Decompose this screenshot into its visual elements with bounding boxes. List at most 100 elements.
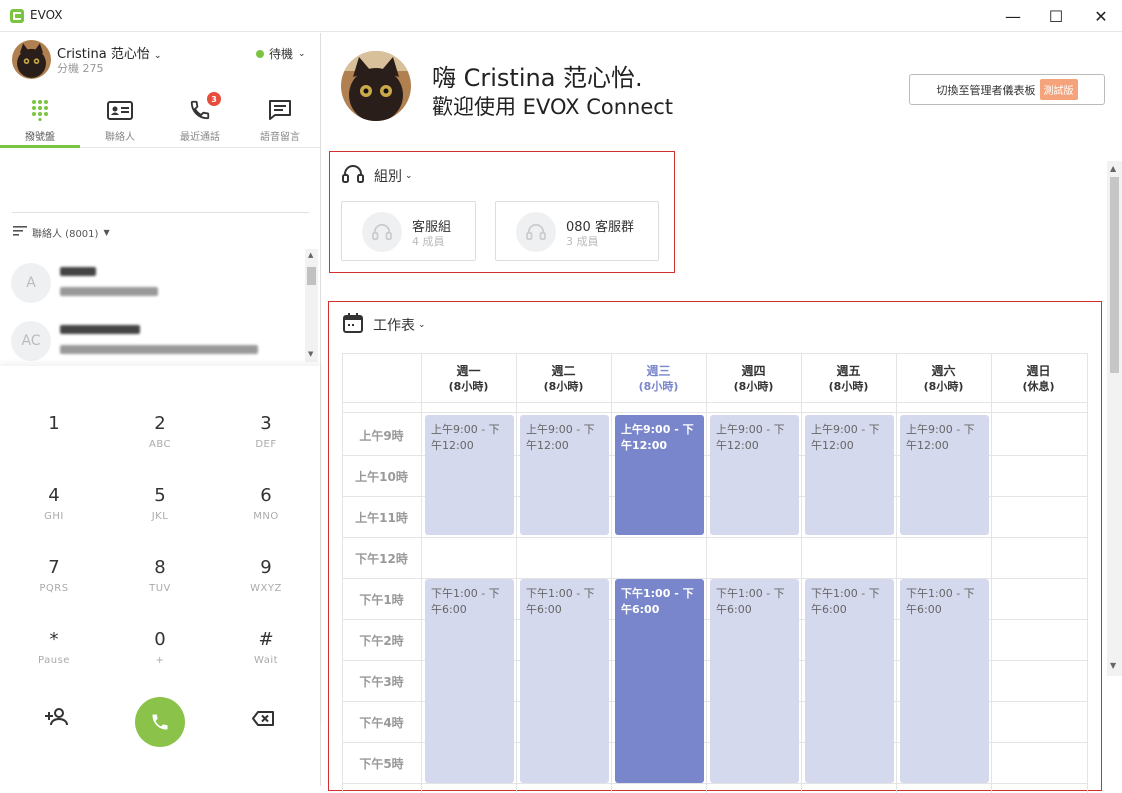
- shift-block-sat-pm[interactable]: 下午1:00 - 下午6:00: [900, 579, 989, 783]
- scroll-thumb[interactable]: [1110, 177, 1119, 373]
- dial-key-3[interactable]: 3 DEF: [213, 413, 319, 450]
- shift-block-thu-pm[interactable]: 下午1:00 - 下午6:00: [710, 579, 799, 783]
- dial-key-0[interactable]: 0 +: [107, 629, 213, 666]
- day-header-wed: 週三 (8小時): [611, 363, 706, 395]
- contacts-header-label: 聯絡人 (8001): [32, 229, 99, 240]
- minimize-button[interactable]: —: [990, 0, 1036, 32]
- contacts-card-icon: [107, 97, 133, 123]
- groups-title[interactable]: 組別 ⌄: [342, 164, 413, 188]
- switch-to-admin-dashboard-button[interactable]: 切換至管理者儀表板 測試版: [909, 74, 1105, 105]
- greeting-title: 嗨 Cristina 范心怡.: [432, 64, 643, 92]
- shift-block-tue-pm[interactable]: 下午1:00 - 下午6:00: [520, 579, 609, 783]
- group-card[interactable]: 客服組 4 成員: [341, 201, 476, 261]
- groups-section: 組別 ⌄ 客服組 4 成員 080 客服群 3 成員: [329, 151, 675, 273]
- tab-dialpad[interactable]: 撥號盤: [0, 93, 80, 148]
- scroll-up-icon: ▲: [308, 251, 314, 259]
- grid-line: [1087, 353, 1088, 793]
- shift-block-mon-am[interactable]: 上午9:00 - 下午12:00: [425, 415, 514, 535]
- grid-line: [342, 412, 1088, 413]
- group-card[interactable]: 080 客服群 3 成員: [495, 201, 659, 261]
- grid-line: [516, 353, 517, 793]
- dial-key-2[interactable]: 2 ABC: [107, 413, 213, 450]
- key-digit: 8: [154, 557, 166, 578]
- shift-block-wed-pm[interactable]: 下午1:00 - 下午6:00: [615, 579, 704, 783]
- scroll-thumb[interactable]: [307, 267, 316, 285]
- schedule-section: 工作表 ⌄ 週一 (8小時) 週二 (8小時) 週三 (8小時) 週四 (8小時) 週五…: [328, 301, 1102, 793]
- key-letters: +: [155, 655, 165, 666]
- contacts-scrollbar[interactable]: ▲ ▼: [305, 249, 318, 362]
- sort-icon: [13, 226, 27, 239]
- dial-key-6[interactable]: 6 MNO: [213, 485, 319, 522]
- window-title: EVOX: [30, 8, 63, 22]
- hour-label: 下午5時: [359, 757, 404, 771]
- scroll-down-icon: ▼: [1110, 661, 1117, 670]
- contacts-list: A AC: [0, 249, 305, 366]
- caret-down-icon: ▼: [103, 228, 110, 237]
- contacts-filter[interactable]: 聯絡人 (8001) ▼: [13, 225, 110, 240]
- shift-block-thu-am[interactable]: 上午9:00 - 下午12:00: [710, 415, 799, 535]
- dial-key-5[interactable]: 5 JKL: [107, 485, 213, 522]
- groups-title-label: 組別: [374, 169, 402, 185]
- day-header-fri: 週五 (8小時): [801, 363, 896, 395]
- key-digit: *: [49, 629, 59, 650]
- schedule-title[interactable]: 工作表 ⌄: [343, 313, 426, 337]
- key-letters: Wait: [253, 655, 279, 666]
- dialpad-icon: [31, 97, 49, 123]
- key-letters: ABC: [148, 439, 171, 450]
- key-digit: #: [258, 629, 274, 650]
- list-item[interactable]: AC: [0, 307, 305, 365]
- dial-key-8[interactable]: 8 TUV: [107, 557, 213, 594]
- day-header-sun: 週日 (休息): [991, 363, 1086, 395]
- tab-contacts[interactable]: 聯絡人: [80, 93, 160, 147]
- dial-key-star[interactable]: * Pause: [1, 629, 107, 666]
- day-hours: (8小時): [448, 380, 489, 393]
- headset-icon: [516, 212, 556, 252]
- dial-key-9[interactable]: 9 WXYZ: [213, 557, 319, 594]
- schedule-title-label: 工作表: [373, 318, 415, 334]
- shift-block-wed-am[interactable]: 上午9:00 - 下午12:00: [615, 415, 704, 535]
- main-scrollbar[interactable]: ▲ ▼: [1107, 161, 1122, 676]
- shift-block-sat-am[interactable]: 上午9:00 - 下午12:00: [900, 415, 989, 535]
- tab-label: 最近通話: [180, 132, 220, 143]
- hour-label: 下午1時: [359, 593, 404, 607]
- dialpad: 1 2 ABC 3 DEF 4 GHI 5 JKL 6 MNO 7 PQRS 8 TUV 9 W…: [0, 366, 320, 747]
- maximize-button[interactable]: ☐: [1033, 0, 1079, 32]
- call-button[interactable]: [135, 697, 185, 747]
- shift-block-fri-am[interactable]: 上午9:00 - 下午12:00: [805, 415, 894, 535]
- left-panel: Cristina 范心怡 ⌄ 分機 275 待機 ⌄ 撥號盤 聯絡人 3 最近通…: [0, 33, 321, 786]
- day-hours: (8小時): [923, 380, 964, 393]
- user-avatar[interactable]: [12, 40, 51, 79]
- chevron-down-icon: ⌄: [405, 171, 413, 181]
- key-digit: 0: [154, 629, 166, 650]
- shift-block-mon-pm[interactable]: 下午1:00 - 下午6:00: [425, 579, 514, 783]
- day-hours: (8小時): [828, 380, 869, 393]
- greeting-subtitle: 歡迎使用 EVOX Connect: [432, 95, 674, 119]
- grid-line: [342, 537, 1088, 538]
- dial-key-4[interactable]: 4 GHI: [1, 485, 107, 522]
- dial-key-1[interactable]: 1: [1, 413, 107, 439]
- evox-logo-icon: [10, 9, 24, 23]
- tab-recent-calls[interactable]: 3 最近通話: [160, 92, 240, 147]
- list-item[interactable]: A: [0, 249, 305, 307]
- backspace-icon[interactable]: [252, 711, 274, 730]
- add-contact-icon[interactable]: [45, 708, 69, 730]
- blurred-detail: [60, 287, 158, 296]
- day-header-mon: 週一 (8小時): [421, 363, 516, 395]
- grid-line: [611, 353, 612, 793]
- status-selector[interactable]: 待機 ⌄: [256, 45, 306, 62]
- grid-line: [421, 353, 422, 793]
- day-hours: (8小時): [638, 380, 679, 393]
- key-letters: JKL: [151, 511, 169, 522]
- shift-block-tue-am[interactable]: 上午9:00 - 下午12:00: [520, 415, 609, 535]
- dial-key-hash[interactable]: # Wait: [213, 629, 319, 666]
- tab-voicemail[interactable]: 語音留言: [240, 93, 320, 147]
- dial-key-7[interactable]: 7 PQRS: [1, 557, 107, 594]
- tab-label: 聯絡人: [105, 132, 135, 143]
- title-bar: EVOX — ☐ ✕: [0, 0, 1122, 32]
- day-header-thu: 週四 (8小時): [706, 363, 801, 395]
- scroll-down-icon: ▼: [308, 350, 314, 358]
- day-name: 週二: [551, 364, 576, 378]
- close-button[interactable]: ✕: [1078, 0, 1122, 32]
- shift-block-fri-pm[interactable]: 下午1:00 - 下午6:00: [805, 579, 894, 783]
- key-digit: 6: [260, 485, 272, 506]
